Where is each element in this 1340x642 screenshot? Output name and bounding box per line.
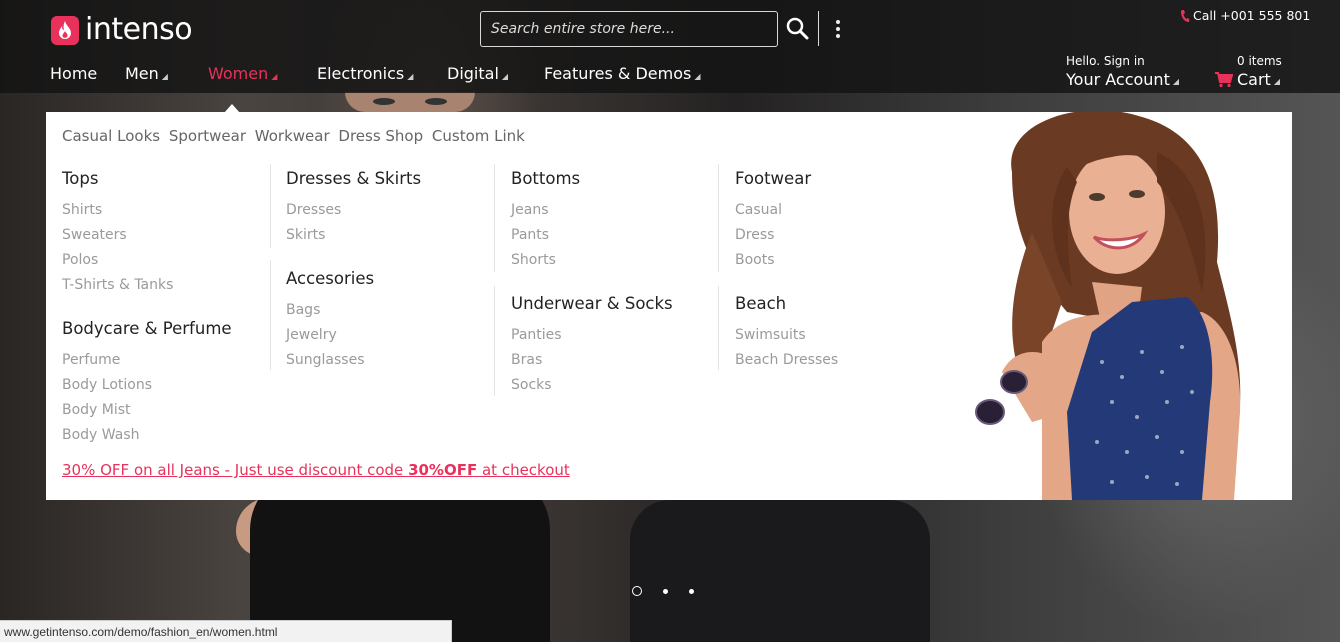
site-header: intenso Call +001 555 801 Home Men◢ Wome… <box>0 0 1340 93</box>
quick-link-casual-looks[interactable]: Casual Looks <box>62 127 160 145</box>
category-link[interactable]: Beach Dresses <box>735 348 942 373</box>
slider-dot[interactable] <box>663 588 668 594</box>
cart-label: Cart <box>1237 69 1271 89</box>
category-link[interactable]: Dresses <box>286 198 494 223</box>
browser-status-bar: www.getintenso.com/demo/fashion_en/women… <box>0 620 452 642</box>
model-image <box>975 112 1241 500</box>
hero-model-face <box>345 92 475 112</box>
nav-label: Home <box>50 64 98 83</box>
category-link[interactable]: Skirts <box>286 223 494 248</box>
category-link[interactable]: Jewelry <box>286 323 494 348</box>
category-link[interactable]: Pants <box>511 223 718 248</box>
category-title-accesories[interactable]: Accesories <box>286 268 494 290</box>
caret-icon: ◢ <box>161 72 168 81</box>
search-input[interactable] <box>480 11 778 47</box>
category-link[interactable]: Bags <box>286 298 494 323</box>
caret-icon: ◢ <box>501 72 509 81</box>
account-greeting: Hello. Sign in <box>1066 54 1145 68</box>
category-title-bottoms[interactable]: Bottoms <box>511 168 718 190</box>
phone-contact[interactable]: Call +001 555 801 <box>1180 8 1310 23</box>
cart-icon <box>1215 71 1233 87</box>
caret-icon: ◢ <box>1273 77 1280 86</box>
category-title-tops[interactable]: Tops <box>62 168 286 190</box>
category-link[interactable]: Sweaters <box>62 223 286 248</box>
category-link[interactable]: Body Wash <box>62 423 286 448</box>
nav-item-men[interactable]: Men ◢ <box>125 64 168 83</box>
quick-link-custom-link[interactable]: Custom Link <box>432 127 525 145</box>
quick-link-workwear[interactable]: Workwear <box>255 127 330 145</box>
quick-link-dress-shop[interactable]: Dress Shop <box>338 127 423 145</box>
column-divider <box>718 164 719 272</box>
category-link[interactable]: Polos <box>62 248 286 273</box>
category-title-underwear-socks[interactable]: Underwear & Socks <box>511 293 718 315</box>
nav-label: Digital <box>447 64 499 83</box>
column-divider <box>718 286 719 370</box>
slider-dot[interactable] <box>689 588 694 594</box>
search-icon[interactable] <box>785 16 811 42</box>
promo-code: 30%OFF <box>408 461 478 479</box>
menu-column-2: Dresses & Skirts Dresses Skirts Accesori… <box>270 164 494 373</box>
logo-text: intenso <box>85 12 193 47</box>
slider-dot[interactable] <box>632 586 642 596</box>
category-link[interactable]: Casual <box>735 198 942 223</box>
caret-icon: ◢ <box>271 72 278 81</box>
category-link[interactable]: Socks <box>511 373 718 398</box>
account-label: Your Account <box>1066 69 1170 89</box>
menu-column-1: Tops Shirts Sweaters Polos T-Shirts & Ta… <box>62 168 286 448</box>
nav-item-women[interactable]: Women ◢ <box>208 64 277 83</box>
slider-dots <box>632 586 715 596</box>
flame-icon <box>51 15 79 45</box>
column-divider <box>494 286 495 396</box>
nav-label: Features & Demos <box>544 64 692 83</box>
column-divider <box>270 164 271 248</box>
nav-item-features-demos[interactable]: Features & Demos ◢ <box>544 64 700 83</box>
quick-links: Casual Looks Sportwear Workwear Dress Sh… <box>62 127 529 145</box>
category-title-dresses-skirts[interactable]: Dresses & Skirts <box>286 168 494 190</box>
caret-icon: ◢ <box>1172 77 1179 86</box>
category-link[interactable]: Swimsuits <box>735 323 942 348</box>
promo-link[interactable]: 30% OFF on all Jeans - Just use discount… <box>62 461 570 479</box>
category-link[interactable]: Body Lotions <box>62 373 286 398</box>
column-divider <box>270 260 271 370</box>
category-link[interactable]: Perfume <box>62 348 286 373</box>
category-title-beach[interactable]: Beach <box>735 293 942 315</box>
account-link[interactable]: Hello. Sign in Your Account ◢ <box>1066 55 1179 91</box>
category-link[interactable]: Dress <box>735 223 942 248</box>
promo-suffix: at checkout <box>477 461 570 479</box>
column-divider <box>494 164 495 272</box>
women-mega-menu: Casual Looks Sportwear Workwear Dress Sh… <box>46 112 1292 500</box>
category-link[interactable]: Bras <box>511 348 718 373</box>
more-menu-icon[interactable] <box>830 18 846 40</box>
menu-column-4: Footwear Casual Dress Boots Beach Swimsu… <box>718 164 942 373</box>
call-text: Call +001 555 801 <box>1193 8 1311 23</box>
nav-label: Women <box>208 64 269 83</box>
quick-link-sportwear[interactable]: Sportwear <box>169 127 246 145</box>
category-link[interactable]: Panties <box>511 323 718 348</box>
category-title-footwear[interactable]: Footwear <box>735 168 942 190</box>
hero-model-right <box>630 500 930 642</box>
caret-icon: ◢ <box>694 72 701 81</box>
category-link[interactable]: Boots <box>735 248 942 273</box>
nav-item-digital[interactable]: Digital ◢ <box>447 64 508 83</box>
category-link[interactable]: Sunglasses <box>286 348 494 373</box>
cart-link[interactable]: 0 items Cart ◢ <box>1215 55 1282 91</box>
category-link[interactable]: Jeans <box>511 198 718 223</box>
category-link[interactable]: Body Mist <box>62 398 286 423</box>
menu-column-3: Bottoms Jeans Pants Shorts Underwear & S… <box>494 164 718 398</box>
nav-label: Electronics <box>317 64 405 83</box>
category-title-bodycare[interactable]: Bodycare & Perfume <box>62 318 286 340</box>
logo[interactable]: intenso <box>51 12 193 47</box>
nav-item-electronics[interactable]: Electronics ◢ <box>317 64 413 83</box>
caret-icon: ◢ <box>407 72 414 81</box>
nav-item-home[interactable]: Home <box>50 64 97 83</box>
header-divider <box>818 11 819 46</box>
promo-text: 30% OFF on all Jeans - Just use discount… <box>62 461 409 479</box>
phone-icon <box>1181 9 1190 22</box>
category-link[interactable]: T-Shirts & Tanks <box>62 273 286 298</box>
category-link[interactable]: Shirts <box>62 198 286 223</box>
nav-label: Men <box>125 64 159 83</box>
category-link[interactable]: Shorts <box>511 248 718 273</box>
cart-count: 0 items <box>1237 54 1282 68</box>
